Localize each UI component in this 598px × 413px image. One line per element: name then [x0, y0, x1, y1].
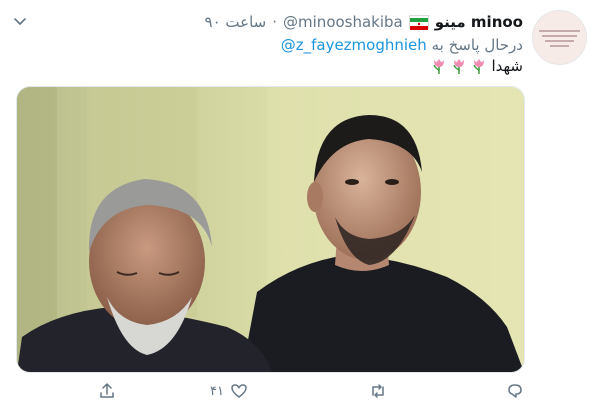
- replying-to: درحال پاسخ به @z_fayezmoghnieh: [281, 36, 523, 54]
- share-button[interactable]: [98, 382, 116, 400]
- retweet-icon: [372, 384, 384, 398]
- action-bar: ۴۱: [0, 378, 598, 408]
- tweet-text: شهدا: [431, 57, 523, 75]
- timestamp[interactable]: ۹۰ ساعت: [205, 13, 267, 31]
- user-handle[interactable]: @minooshakiba: [283, 13, 403, 31]
- tulip-icon: [453, 59, 465, 74]
- tweet-header: مینو minoo @minooshakiba · ۹۰ ساعت: [205, 12, 523, 32]
- heart-icon: [231, 384, 247, 398]
- share-icon: [100, 383, 114, 398]
- reply-prefix: درحال پاسخ به: [431, 36, 523, 54]
- reply-count: ۴۱: [210, 383, 224, 399]
- like-button[interactable]: ۴۱: [210, 382, 248, 400]
- chevron-down-icon[interactable]: [12, 14, 28, 30]
- tulip-icon: [433, 59, 445, 74]
- separator-dot: ·: [272, 13, 278, 31]
- display-name[interactable]: مینو minoo: [435, 13, 523, 31]
- iran-flag-icon: [408, 15, 429, 30]
- avatar[interactable]: [532, 10, 587, 65]
- tweet-card[interactable]: مینو minoo @minooshakiba · ۹۰ ساعت درحال…: [0, 0, 598, 413]
- reply-icon: [508, 384, 522, 398]
- reply-mention-link[interactable]: @z_fayezmoghnieh: [281, 36, 427, 54]
- tweet-photo[interactable]: [16, 86, 525, 373]
- retweet-button[interactable]: [369, 382, 387, 400]
- tulip-icon: [473, 59, 485, 74]
- tweet-text-content: شهدا: [491, 57, 523, 75]
- reply-button[interactable]: [506, 382, 524, 400]
